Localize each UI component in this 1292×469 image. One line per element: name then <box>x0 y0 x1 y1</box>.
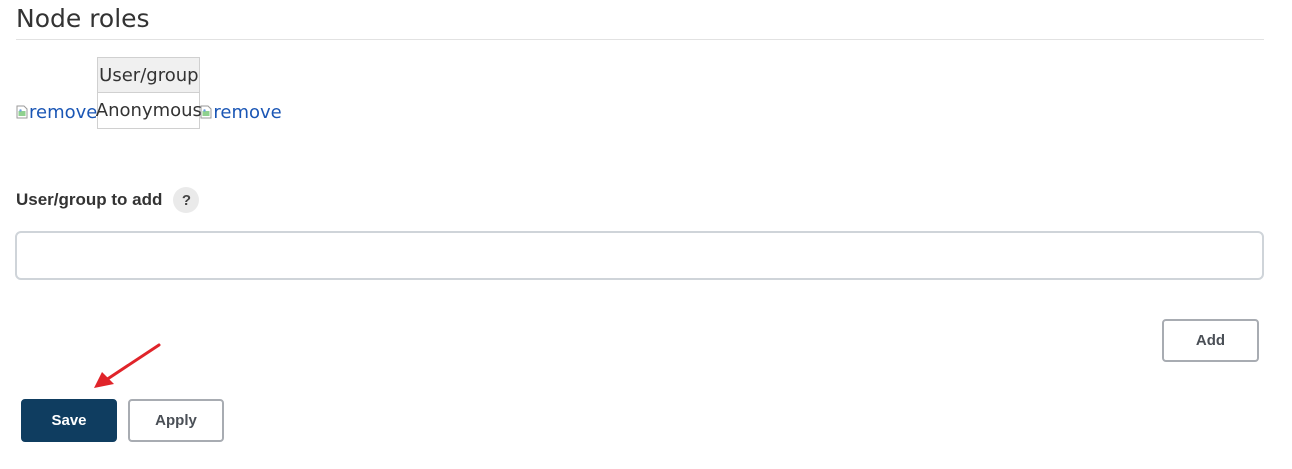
broken-image-icon <box>16 105 28 119</box>
save-button[interactable]: Save <box>21 399 117 442</box>
remove-right-alt-text: remove <box>213 102 282 123</box>
role-column: User/group Anonymous <box>96 57 202 129</box>
user-group-to-add-label: User/group to add <box>16 190 163 209</box>
annotation-arrow <box>94 343 161 388</box>
add-button[interactable]: Add <box>1162 319 1259 362</box>
section-divider <box>16 39 1264 40</box>
broken-image-icon <box>200 105 212 119</box>
remove-left-alt-text: remove <box>29 102 98 123</box>
role-table: remove User/group Anonymous remove <box>16 57 282 129</box>
add-field-label-row: User/group to add ? <box>16 187 200 213</box>
section-title: Node roles <box>16 4 150 33</box>
column-header-user-group: User/group <box>97 57 201 93</box>
remove-right-link[interactable]: remove <box>200 93 282 129</box>
help-icon[interactable]: ? <box>173 187 200 213</box>
apply-button[interactable]: Apply <box>128 399 224 442</box>
user-group-to-add-input[interactable] <box>15 231 1264 280</box>
user-row-anonymous: Anonymous <box>96 93 202 129</box>
remove-left-link[interactable]: remove <box>16 93 97 129</box>
